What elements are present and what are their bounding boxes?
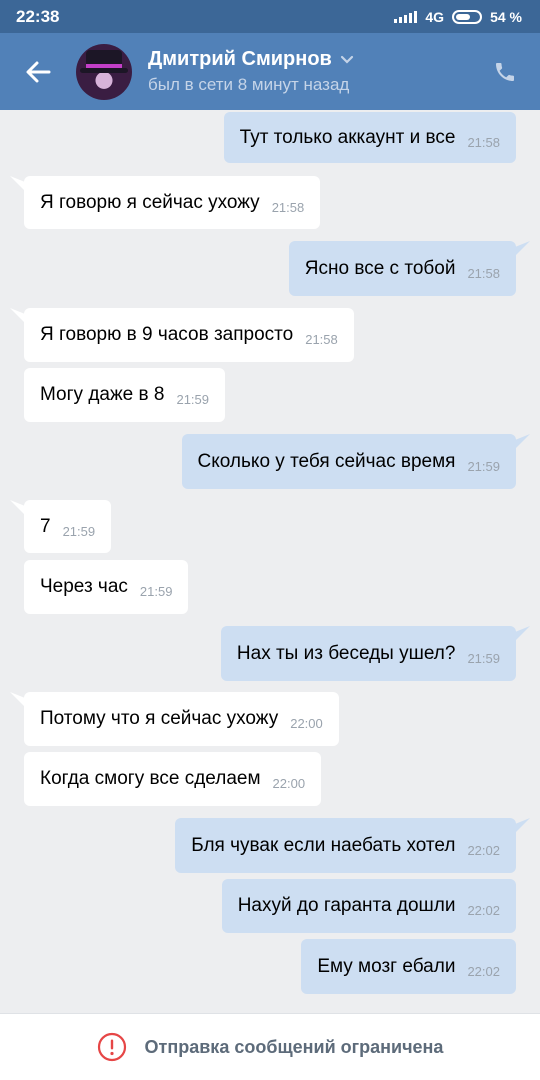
battery-level: 54 % xyxy=(490,8,522,25)
message-time: 21:59 xyxy=(176,392,210,407)
message-time: 22:00 xyxy=(272,776,306,791)
restriction-notice: Отправка сообщений ограничена xyxy=(144,1036,444,1057)
message-incoming[interactable]: Я говорю я сейчас ухожу 21:58 xyxy=(24,176,321,229)
battery-icon xyxy=(452,9,483,24)
message-text: 7 xyxy=(40,515,51,537)
message-time: 21:58 xyxy=(271,199,305,215)
message-text: Сколько у тебя сейчас время xyxy=(197,450,456,472)
back-arrow-icon xyxy=(26,61,51,82)
alert-circle-icon xyxy=(97,1032,126,1062)
message-outgoing[interactable]: Нахуй до гаранта дошли 22:02 xyxy=(221,879,516,933)
message-incoming[interactable]: Когда смогу все сделаем 22:00 xyxy=(24,752,322,806)
message-time: 21:59 xyxy=(62,523,96,539)
chevron-down-icon xyxy=(340,55,353,64)
message-time: 21:58 xyxy=(467,134,500,150)
contact-name: Дмитрий Смирнов xyxy=(148,48,332,70)
message-text: Нах ты из беседы ушел? xyxy=(236,642,456,664)
signal-icon xyxy=(394,10,418,23)
message-time: 21:58 xyxy=(305,332,338,347)
message-text: Ему мозг ебали xyxy=(317,955,456,977)
message-time: 21:58 xyxy=(467,265,500,281)
network-type: 4G xyxy=(425,8,445,25)
message-incoming[interactable]: Через час 21:59 xyxy=(24,560,189,614)
message-time: 21:59 xyxy=(139,584,173,599)
message-outgoing[interactable]: Нах ты из беседы ушел? 21:59 xyxy=(220,626,516,681)
message-outgoing[interactable]: Сколько у тебя сейчас время 21:59 xyxy=(181,434,516,489)
message-text: Я говорю я сейчас ухожу xyxy=(40,191,260,213)
message-time: 22:00 xyxy=(290,716,323,731)
message-time: 22:02 xyxy=(467,842,500,858)
message-time: 22:02 xyxy=(467,903,500,918)
message-time: 21:59 xyxy=(467,650,500,666)
call-button[interactable] xyxy=(470,33,540,110)
contact-info[interactable]: Дмитрий Смирнов был в сети 8 минут назад xyxy=(148,48,470,95)
message-incoming[interactable]: Потому что я сейчас ухожу 22:00 xyxy=(24,692,339,746)
message-text: Могу даже в 8 xyxy=(40,384,165,405)
message-outgoing[interactable]: Ясно все с тобой 21:58 xyxy=(288,241,516,296)
status-indicators: 4G 54 % xyxy=(394,9,522,25)
message-text: Когда смогу все сделаем xyxy=(40,768,261,789)
message-incoming[interactable]: Могу даже в 8 21:59 xyxy=(24,368,226,422)
message-incoming[interactable]: Я говорю в 9 часов запросто 21:58 xyxy=(24,308,354,362)
message-incoming[interactable]: 7 21:59 xyxy=(24,500,112,553)
avatar[interactable] xyxy=(76,43,132,100)
message-time: 22:02 xyxy=(467,963,500,979)
message-list[interactable]: Тут только аккаунт и все 21:58 Я говорю … xyxy=(0,110,540,1013)
message-outgoing[interactable]: Бля чувак если наебать хотел 22:02 xyxy=(175,818,516,873)
contact-name-row[interactable]: Дмитрий Смирнов xyxy=(148,48,470,71)
message-text: Через час xyxy=(40,576,128,597)
contact-presence: был в сети 8 минут назад xyxy=(148,75,350,94)
message-outgoing[interactable]: Тут только аккаунт и все 21:58 xyxy=(223,112,516,163)
message-text: Ясно все с тобой xyxy=(304,257,456,279)
status-bar: 22:38 4G 54 % xyxy=(0,0,540,33)
message-text: Потому что я сейчас ухожу xyxy=(40,708,279,729)
message-text: Тут только аккаунт и все xyxy=(239,126,456,148)
message-text: Я говорю в 9 часов запросто xyxy=(40,324,294,345)
message-time: 21:59 xyxy=(467,458,500,474)
phone-icon xyxy=(496,62,514,81)
message-text: Нахуй до гаранта дошли xyxy=(237,895,456,916)
back-button[interactable] xyxy=(0,33,76,110)
message-outgoing[interactable]: Ему мозг ебали 22:02 xyxy=(301,939,516,994)
message-text: Бля чувак если наебать хотел xyxy=(191,834,456,856)
restriction-bar: Отправка сообщений ограничена xyxy=(0,1013,540,1080)
status-time: 22:38 xyxy=(16,6,60,26)
chat-header: Дмитрий Смирнов был в сети 8 минут назад xyxy=(0,33,540,110)
